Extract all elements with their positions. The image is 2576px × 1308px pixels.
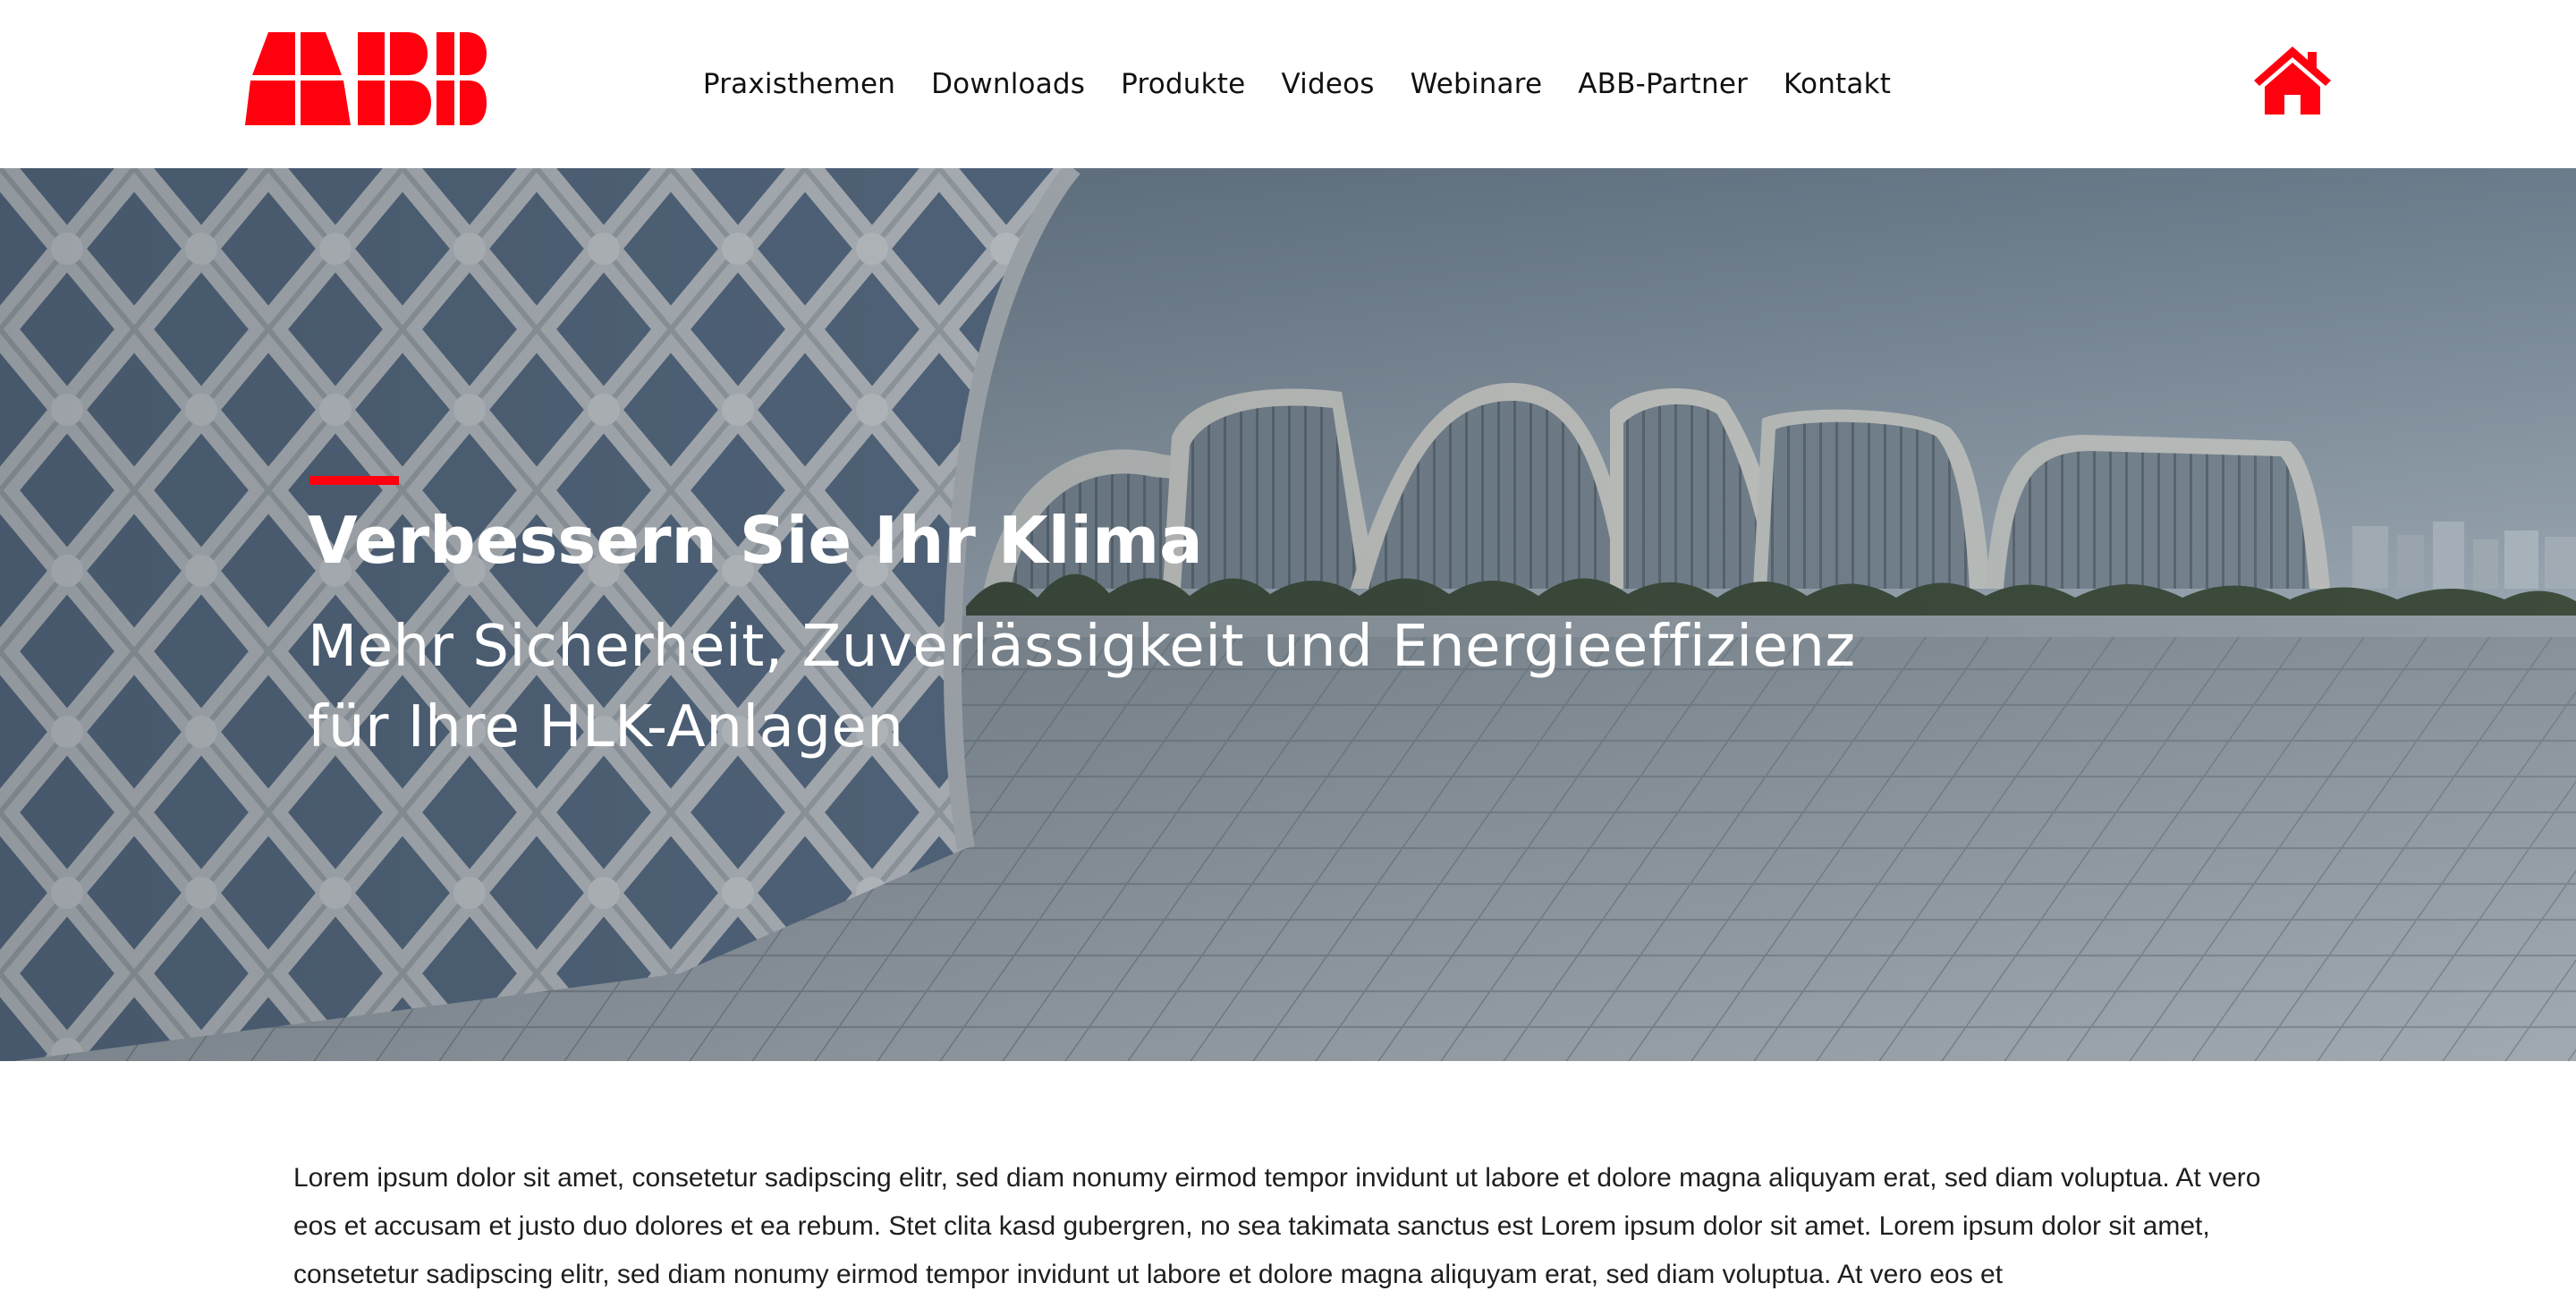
hero-title: Verbessern Sie Ihr Klima	[308, 503, 1203, 578]
intro-paragraph: Lorem ipsum dolor sit amet, consetetur s…	[293, 1163, 2261, 1289]
nav-item-videos[interactable]: Videos	[1281, 68, 1374, 100]
home-icon-graphic	[2254, 47, 2331, 115]
hero-banner: Verbessern Sie Ihr Klima Mehr Sicherheit…	[0, 168, 2576, 1061]
abb-logo-mark	[245, 32, 487, 125]
nav-item-produkte[interactable]: Produkte	[1121, 68, 1245, 100]
site-header: Praxisthemen Downloads Produkte Videos W…	[0, 0, 2576, 168]
nav-item-praxisthemen[interactable]: Praxisthemen	[703, 68, 895, 100]
nav-item-webinare[interactable]: Webinare	[1411, 68, 1543, 100]
home-icon[interactable]	[2254, 47, 2331, 115]
hero-subtitle-line1: Mehr Sicherheit, Zuverlässigkeit und Ene…	[308, 614, 1856, 680]
nav-item-kontakt[interactable]: Kontakt	[1784, 68, 1891, 100]
nav-item-abb-partner[interactable]: ABB-Partner	[1578, 68, 1748, 100]
abb-logo[interactable]	[245, 32, 487, 125]
hero-subtitle-line2: für Ihre HLK-Anlagen	[308, 694, 904, 760]
nav-item-downloads[interactable]: Downloads	[931, 68, 1085, 100]
nav-list: Praxisthemen Downloads Produkte Videos W…	[703, 68, 1891, 100]
hero-subtitle: Mehr Sicherheit, Zuverlässigkeit und Ene…	[308, 607, 2186, 768]
hero-accent-bar	[309, 476, 399, 485]
